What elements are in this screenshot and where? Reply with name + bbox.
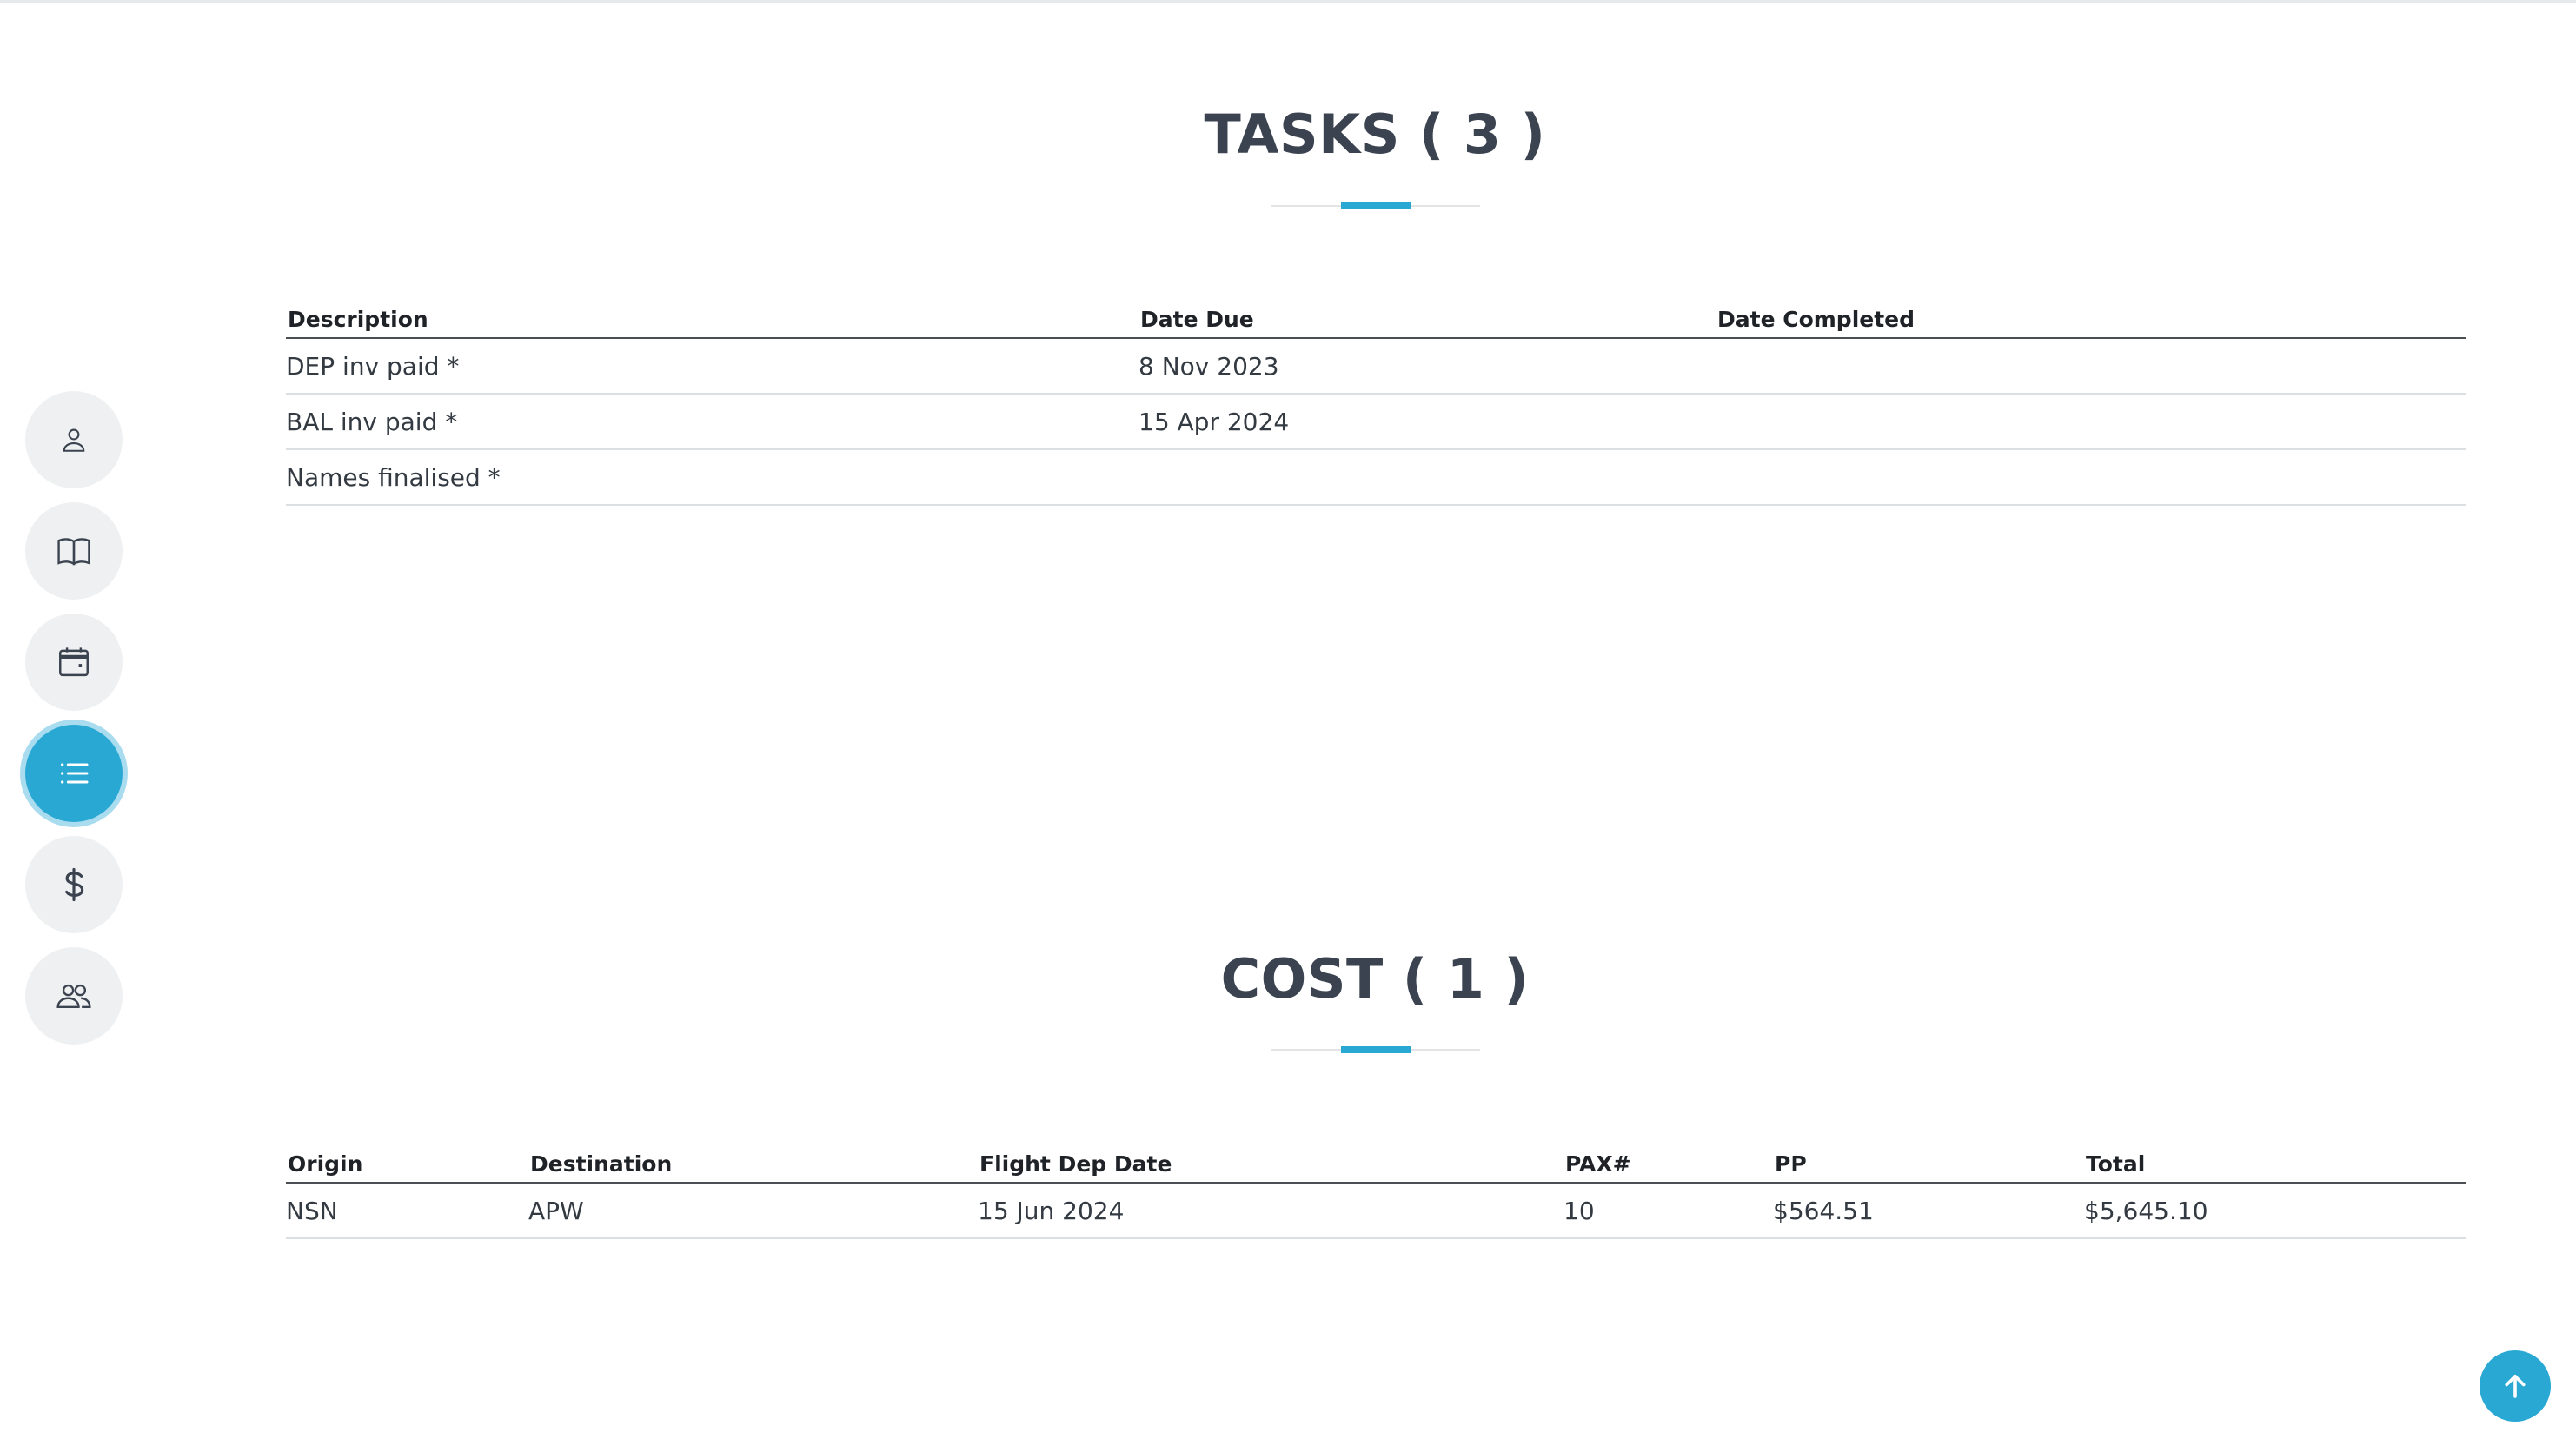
task-date-due: 8 Nov 2023 xyxy=(1139,338,1716,395)
nav-button-dollar[interactable] xyxy=(25,836,123,933)
task-date-completed xyxy=(1716,394,2466,450)
cost-origin: NSN xyxy=(286,1183,528,1239)
arrow-up-icon xyxy=(2505,1374,2526,1398)
tasks-header-row: Description Date Due Date Completed xyxy=(286,289,2466,339)
tasks-title-underline xyxy=(1271,202,1480,209)
nav-button-person[interactable] xyxy=(25,391,123,488)
top-border xyxy=(0,0,2576,3)
cost-destination: APW xyxy=(528,1183,978,1239)
table-row[interactable]: NSN APW 15 Jun 2024 10 $564.51 $5,645.10 xyxy=(286,1183,2466,1239)
cost-pp: $564.51 xyxy=(1773,1183,2084,1239)
nav-button-list[interactable] xyxy=(25,725,123,822)
column-header-date-completed: Date Completed xyxy=(1716,289,2466,339)
column-header-flight-dep-date: Flight Dep Date xyxy=(978,1133,1564,1184)
table-row[interactable]: DEP inv paid * 8 Nov 2023 xyxy=(286,338,2466,395)
task-date-due: 15 Apr 2024 xyxy=(1139,394,1716,450)
book-icon xyxy=(57,538,90,566)
nav-button-book[interactable] xyxy=(25,502,123,600)
table-row[interactable]: BAL inv paid * 15 Apr 2024 xyxy=(286,394,2466,450)
cost-title-underline xyxy=(1271,1046,1480,1053)
cost-flight-dep-date: 15 Jun 2024 xyxy=(978,1183,1564,1239)
scroll-to-top-button[interactable] xyxy=(2480,1350,2551,1422)
cost-header-row: Origin Destination Flight Dep Date PAX# … xyxy=(286,1133,2466,1184)
tasks-table: Description Date Due Date Completed DEP … xyxy=(286,289,2466,506)
task-description: Names finalised * xyxy=(286,449,1139,506)
task-description: BAL inv paid * xyxy=(286,394,1139,450)
calendar-icon xyxy=(59,647,89,677)
list-icon xyxy=(61,763,89,784)
cost-table: Origin Destination Flight Dep Date PAX# … xyxy=(286,1133,2466,1239)
column-header-description: Description xyxy=(286,289,1139,339)
column-header-pax: PAX# xyxy=(1564,1133,1773,1184)
column-header-pp: PP xyxy=(1773,1133,2084,1184)
column-header-date-due: Date Due xyxy=(1139,289,1716,339)
task-date-completed xyxy=(1716,338,2466,395)
nav-button-calendar[interactable] xyxy=(25,614,123,711)
column-header-total: Total xyxy=(2084,1133,2466,1184)
column-header-origin: Origin xyxy=(286,1133,528,1184)
cost-title: COST ( 1 ) xyxy=(1220,947,1530,1011)
dollar-icon xyxy=(65,867,84,902)
column-header-destination: Destination xyxy=(528,1133,978,1184)
task-description: DEP inv paid * xyxy=(286,338,1139,395)
tasks-title: TASKS ( 3 ) xyxy=(1204,103,1546,166)
person-icon xyxy=(63,428,85,452)
cost-total: $5,645.10 xyxy=(2084,1183,2466,1239)
cost-pax: 10 xyxy=(1564,1183,1773,1239)
task-date-completed xyxy=(1716,449,2466,506)
table-row[interactable]: Names finalised * xyxy=(286,449,2466,506)
task-date-due xyxy=(1139,449,1716,506)
